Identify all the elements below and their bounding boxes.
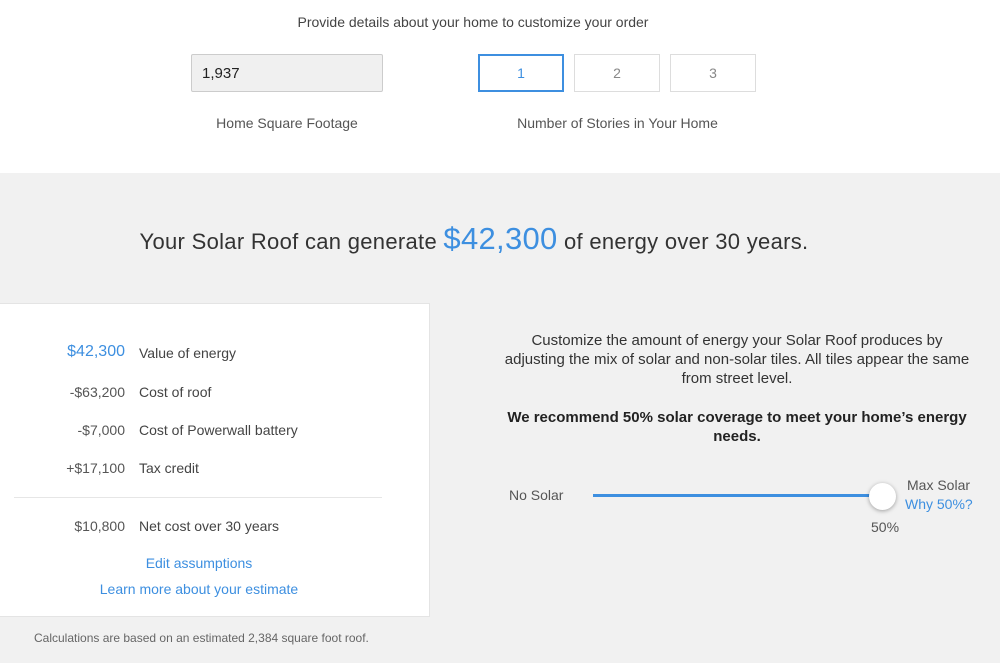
stories-label: Number of Stories in Your Home: [517, 115, 718, 131]
summary-value: $42,300: [67, 343, 125, 360]
headline-suffix: of energy over 30 years.: [564, 229, 809, 254]
home-details-section: Provide details about your home to custo…: [0, 0, 1000, 173]
summary-divider: [14, 497, 382, 498]
summary-row-net-cost: $10,800 Net cost over 30 years: [0, 518, 420, 538]
summary-row-energy-value: $42,300 Value of energy: [0, 343, 420, 365]
coverage-recommendation: We recommend 50% solar coverage to meet …: [507, 409, 967, 445]
net-cost-label: Net cost over 30 years: [139, 518, 280, 534]
learn-more-link[interactable]: Learn more about your estimate: [0, 581, 398, 597]
headline-prefix: Your Solar Roof can generate: [139, 229, 437, 254]
customize-description: Customize the amount of energy your Sola…: [504, 332, 970, 387]
slider-value-label: 50%: [871, 519, 900, 535]
summary-label: Value of energy: [139, 345, 237, 361]
why-50-link[interactable]: Why 50%?: [905, 496, 973, 512]
edit-assumptions-link[interactable]: Edit assumptions: [0, 555, 398, 571]
summary-value: -$7,000: [77, 422, 125, 438]
story-option-1[interactable]: 1: [478, 54, 564, 92]
slider-max-label: Max Solar: [907, 477, 971, 493]
summary-value: -$63,200: [69, 384, 125, 400]
cost-summary-card: $42,300 Value of energy -$63,200 Cost of…: [0, 303, 430, 617]
summary-value: +$17,100: [66, 460, 125, 476]
summary-row-powerwall-cost: -$7,000 Cost of Powerwall battery: [0, 422, 420, 442]
details-intro: Provide details about your home to custo…: [297, 14, 649, 30]
solar-coverage-slider-track[interactable]: [593, 494, 881, 497]
energy-headline: Your Solar Roof can generate $42,300 of …: [0, 221, 948, 257]
summary-row-tax-credit: +$17,100 Tax credit: [0, 460, 420, 480]
net-cost-value: $10,800: [74, 518, 125, 534]
summary-label: Cost of roof: [139, 384, 212, 400]
story-option-3[interactable]: 3: [670, 54, 756, 92]
summary-label: Tax credit: [139, 460, 199, 476]
story-option-2[interactable]: 2: [574, 54, 660, 92]
calculation-footnote: Calculations are based on an estimated 2…: [34, 631, 369, 645]
solar-coverage-slider-handle[interactable]: [869, 483, 896, 510]
slider-min-label: No Solar: [509, 487, 564, 503]
summary-row-roof-cost: -$63,200 Cost of roof: [0, 384, 420, 404]
headline-amount: $42,300: [443, 221, 558, 256]
square-footage-input[interactable]: [191, 54, 383, 92]
estimate-section: Your Solar Roof can generate $42,300 of …: [0, 173, 1000, 663]
square-footage-label: Home Square Footage: [216, 115, 358, 131]
summary-label: Cost of Powerwall battery: [139, 422, 298, 438]
